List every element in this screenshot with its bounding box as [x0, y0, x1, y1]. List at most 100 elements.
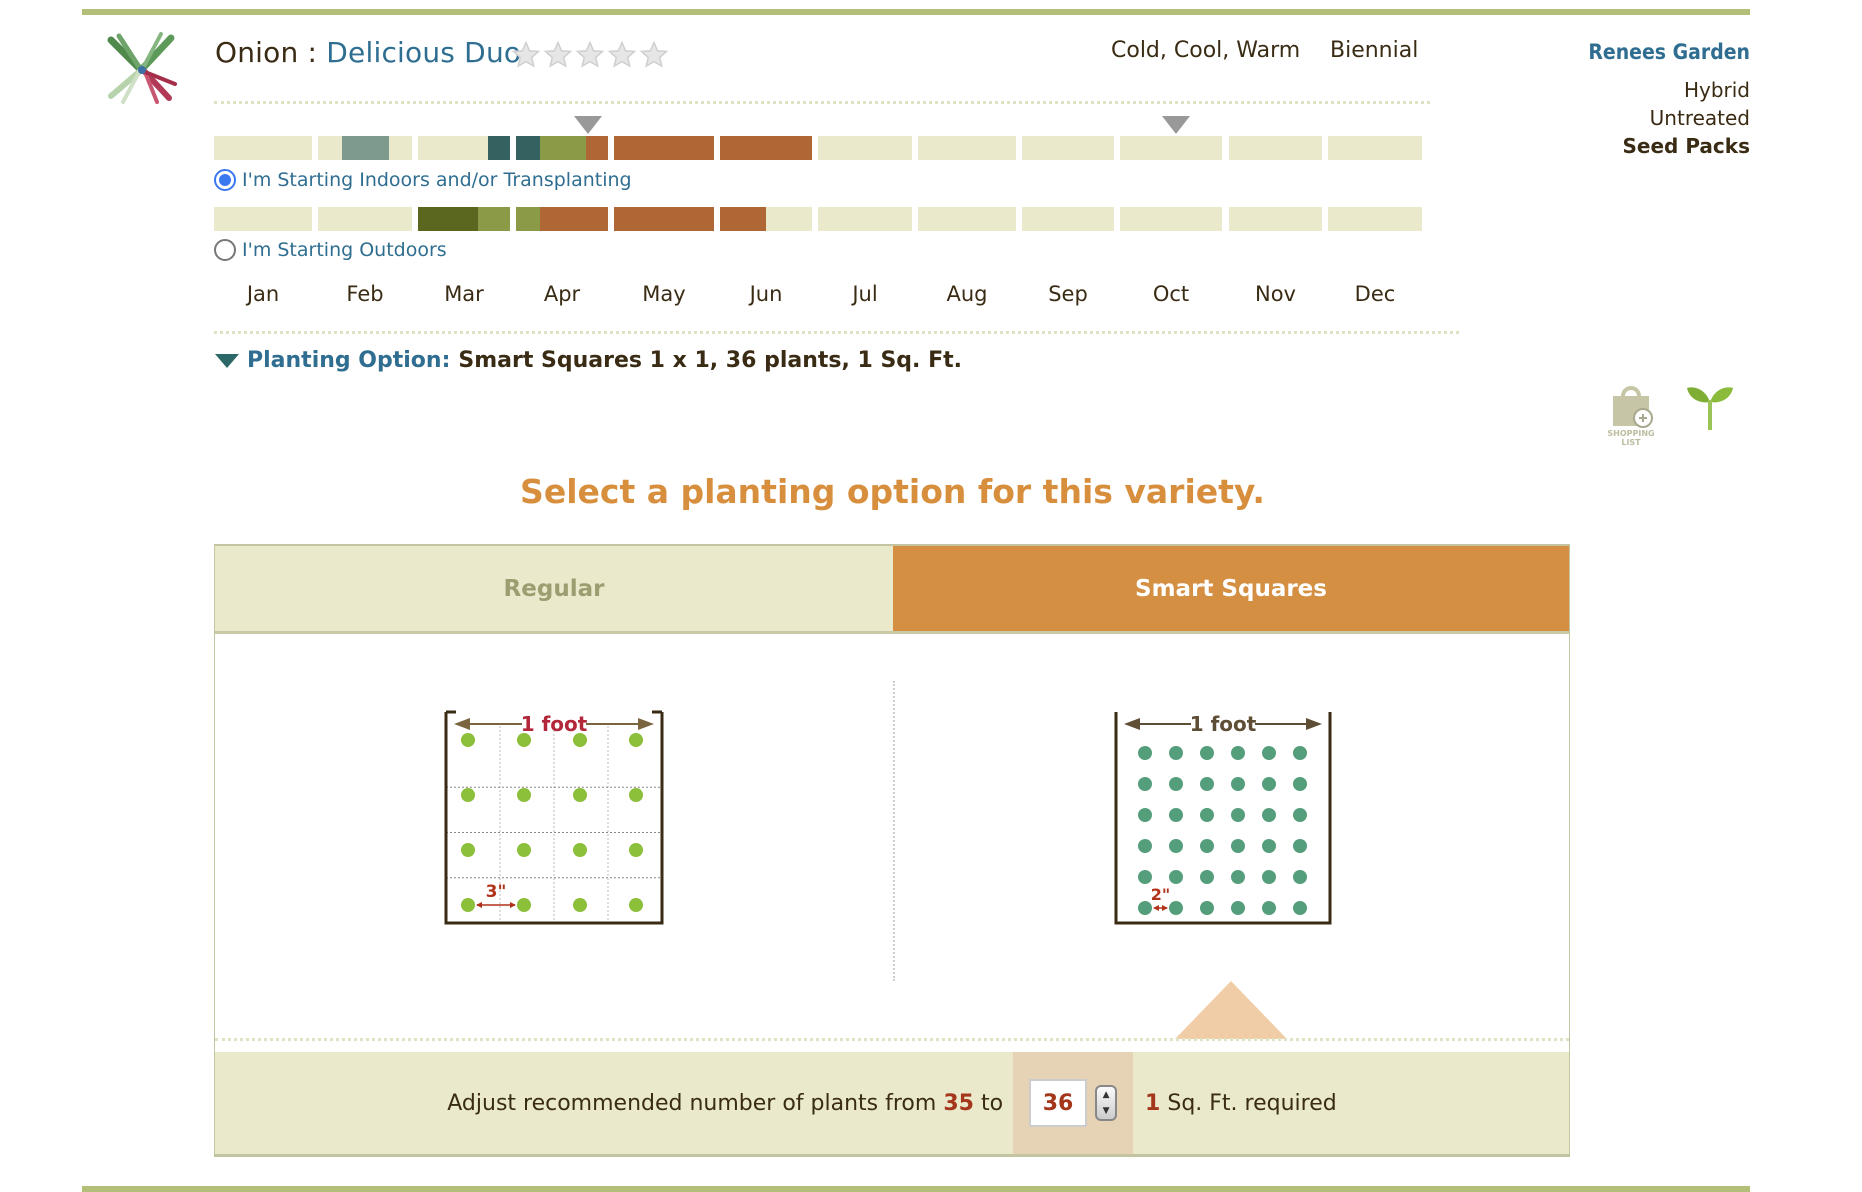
plant-dot: [1293, 839, 1307, 853]
svg-text:SHOPPING: SHOPPING: [1607, 429, 1654, 438]
plant-dot: [1231, 870, 1245, 884]
svg-text:LIST: LIST: [1621, 438, 1641, 447]
planting-option-panel: Regular Smart Squares 1 foot 3" 1 foot 2" …: [214, 544, 1570, 1157]
timeline-row-indoors: [0, 136, 1862, 160]
plant-dot: [629, 733, 643, 747]
crop-name: Onion: [215, 36, 299, 69]
arrow-right-icon: [638, 718, 654, 730]
star-icon[interactable]: [607, 40, 637, 70]
plant-dot: [1169, 808, 1183, 822]
plant-dot: [1138, 777, 1152, 791]
month-label-oct: Oct: [1152, 282, 1190, 306]
spin-buttons[interactable]: ▲ ▼: [1095, 1085, 1118, 1121]
plant-count-stepper: ▲ ▼: [1013, 1052, 1134, 1154]
month-cell-feb: [318, 207, 412, 231]
decrement-arrow-icon[interactable]: ▼: [1103, 1106, 1110, 1116]
plant-dot: [517, 788, 531, 802]
radio-option-outdoors[interactable]: I'm Starting Outdoors: [214, 239, 447, 261]
plant-dot: [461, 843, 475, 857]
plant-dot: [573, 733, 587, 747]
radio-outdoors[interactable]: [214, 239, 236, 261]
brand-link[interactable]: Renees Garden: [1588, 40, 1750, 64]
arrow-right-icon: [1306, 718, 1322, 730]
month-cell-sep: [1022, 207, 1114, 231]
variety-name[interactable]: Delicious Duo: [326, 36, 521, 69]
select-option-heading: Select a planting option for this variet…: [520, 472, 1265, 511]
timeline-row-outdoors: [0, 207, 1862, 231]
timeline-segment-harvest: [720, 136, 812, 160]
shopping-bag-icon: SHOPPING LIST: [1607, 386, 1655, 447]
month-label-jun: Jun: [749, 282, 783, 306]
attribute-hybrid: Hybrid: [1683, 78, 1750, 102]
tab-regular[interactable]: Regular: [215, 546, 893, 631]
month-label-apr: Apr: [543, 282, 581, 306]
month-cell-apr: [516, 136, 608, 160]
month-cell-may: [614, 207, 714, 231]
adjust-to: to: [980, 1090, 1004, 1116]
radio-indoors-label[interactable]: I'm Starting Indoors and/or Transplantin…: [242, 169, 632, 191]
month-cell-jan: [214, 136, 312, 160]
onion-logo-icon: [105, 32, 179, 104]
dimension-label: 1 foot: [521, 712, 588, 736]
plant-dot: [1293, 808, 1307, 822]
add-to-garden-button[interactable]: [1685, 380, 1735, 432]
planting-option-label: Planting Option:: [247, 348, 451, 373]
radio-option-indoors[interactable]: I'm Starting Indoors and/or Transplantin…: [214, 169, 632, 191]
plant-count-input[interactable]: [1029, 1079, 1088, 1127]
plant-dot: [1200, 870, 1214, 884]
star-icon[interactable]: [543, 40, 573, 70]
plant-dot: [1231, 808, 1245, 822]
dimension-label: 1 foot: [1190, 712, 1257, 736]
month-cell-mar: [418, 136, 510, 160]
month-label-jan: Jan: [246, 282, 280, 306]
plant-dot: [629, 843, 643, 857]
smart-squares-diagram[interactable]: 1 foot 2": [1113, 710, 1333, 926]
star-icon[interactable]: [511, 40, 541, 70]
area-required-value: 1: [1145, 1090, 1161, 1116]
plant-dot: [517, 898, 531, 912]
rating-stars[interactable]: [511, 40, 669, 70]
plant-dot: [1231, 777, 1245, 791]
spacing-arrow-icon: [1162, 905, 1168, 911]
caret-down-icon[interactable]: [215, 353, 239, 368]
plant-dot: [1169, 777, 1183, 791]
timeline-segment-harvest: [539, 207, 608, 231]
month-label-jul: Jul: [852, 282, 878, 306]
regular-grid-diagram: 1 foot 3": [444, 710, 664, 925]
plant-dot: [1293, 746, 1307, 760]
plant-dot: [1262, 746, 1276, 760]
month-cell-oct: [1120, 207, 1222, 231]
shopping-list-button[interactable]: SHOPPING LIST: [1603, 380, 1659, 452]
month-cell-jun: [720, 136, 812, 160]
plant-dot: [1200, 901, 1214, 915]
plant-dot: [461, 733, 475, 747]
spacing-arrow-icon: [476, 902, 482, 908]
regular-diagram[interactable]: 1 foot 3": [443, 710, 665, 926]
radio-outdoors-label[interactable]: I'm Starting Outdoors: [242, 239, 447, 261]
planting-option-toggle[interactable]: Planting Option: Smart Squares 1 x 1, 36…: [215, 348, 962, 373]
star-icon[interactable]: [639, 40, 669, 70]
timeline-segment-olive: [477, 207, 510, 231]
month-cell-oct: [1120, 136, 1222, 160]
plant-dot: [1200, 746, 1214, 760]
increment-arrow-icon[interactable]: ▲: [1103, 1090, 1110, 1100]
radio-indoors[interactable]: [214, 169, 236, 191]
plant-dot: [1262, 777, 1276, 791]
timeline-segment-dark-teal: [516, 136, 540, 160]
month-cell-feb: [318, 136, 412, 160]
plant-dot: [1262, 870, 1276, 884]
month-cell-may: [614, 136, 714, 160]
plant-dot: [1231, 746, 1245, 760]
star-icon[interactable]: [575, 40, 605, 70]
month-label-may: May: [642, 282, 686, 306]
plant-dot: [1293, 901, 1307, 915]
plant-dot: [461, 898, 475, 912]
arrow-left-icon: [1124, 718, 1140, 730]
title-separator: :: [298, 36, 327, 69]
diagram-separator: [893, 681, 895, 981]
adjust-prefix: Adjust recommended number of plants from: [447, 1090, 937, 1116]
tab-smart-squares[interactable]: Smart Squares: [893, 546, 1569, 631]
plant-dot: [1231, 839, 1245, 853]
recommended-count: 35: [943, 1090, 974, 1116]
plant-dot: [1169, 839, 1183, 853]
